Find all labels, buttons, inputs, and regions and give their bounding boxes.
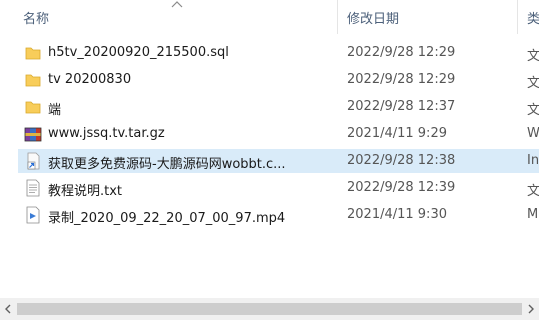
file-name: www.jssq.tv.tar.gz [48, 126, 165, 141]
file-name: 录制_2020_09_22_20_07_00_97.mp4 [48, 211, 286, 226]
scroll-left-icon[interactable] [4, 304, 12, 314]
file-type: 文 [527, 76, 539, 91]
column-divider[interactable] [517, 0, 518, 34]
file-type: 文 [527, 49, 539, 64]
file-name: 端 [48, 103, 62, 118]
file-type: W [527, 126, 539, 141]
column-date-header[interactable]: 修改日期 [347, 8, 399, 27]
column-divider[interactable] [337, 0, 338, 34]
file-name: 教程说明.txt [48, 184, 123, 199]
folder-icon [25, 101, 41, 114]
file-date: 2021/4/11 9:29 [347, 126, 447, 141]
file-date: 2022/9/28 12:37 [347, 99, 456, 114]
file-date: 2022/9/28 12:39 [347, 180, 456, 195]
file-type: In [527, 153, 539, 168]
file-name: 获取更多免费源码-大鹏源码网wobbt.c... [48, 157, 286, 172]
file-row[interactable]: www.jssq.tv.tar.gz 2021/4/11 9:29 W [18, 122, 539, 146]
file-row[interactable]: 端 2022/9/28 12:37 文 [18, 95, 539, 119]
file-type: M [527, 207, 539, 222]
file-type: 文 [527, 184, 539, 199]
column-type-header[interactable]: 类 [527, 8, 539, 27]
video-file-icon [26, 206, 40, 224]
file-date: 2021/4/11 9:30 [347, 207, 447, 222]
file-name: tv 20200830 [48, 72, 132, 87]
file-row[interactable]: h5tv_20200920_215500.sql 2022/9/28 12:29… [18, 41, 539, 65]
file-row[interactable]: tv 20200830 2022/9/28 12:29 文 [18, 68, 539, 92]
folder-icon [25, 74, 41, 87]
scroll-right-icon[interactable] [527, 304, 535, 314]
file-row[interactable]: 教程说明.txt 2022/9/28 12:39 文 [18, 176, 539, 200]
scrollbar-thumb[interactable] [17, 303, 522, 315]
file-name: h5tv_20200920_215500.sql [48, 45, 229, 60]
sort-ascending-icon [171, 1, 183, 8]
file-row[interactable]: 获取更多免费源码-大鹏源码网wobbt.c... 2022/9/28 12:38… [18, 149, 539, 173]
column-header: 名称 修改日期 类 [0, 0, 539, 34]
shortcut-icon [27, 152, 40, 170]
text-file-icon [26, 179, 40, 197]
file-date: 2022/9/28 12:38 [347, 153, 456, 168]
file-type: 文 [527, 103, 539, 118]
archive-icon [24, 127, 42, 142]
folder-icon [25, 47, 41, 60]
horizontal-scrollbar[interactable] [0, 298, 539, 320]
file-date: 2022/9/28 12:29 [347, 45, 456, 60]
column-name-header[interactable]: 名称 [23, 8, 49, 27]
file-row[interactable]: 录制_2020_09_22_20_07_00_97.mp4 2021/4/11 … [18, 203, 539, 227]
file-date: 2022/9/28 12:29 [347, 72, 456, 87]
